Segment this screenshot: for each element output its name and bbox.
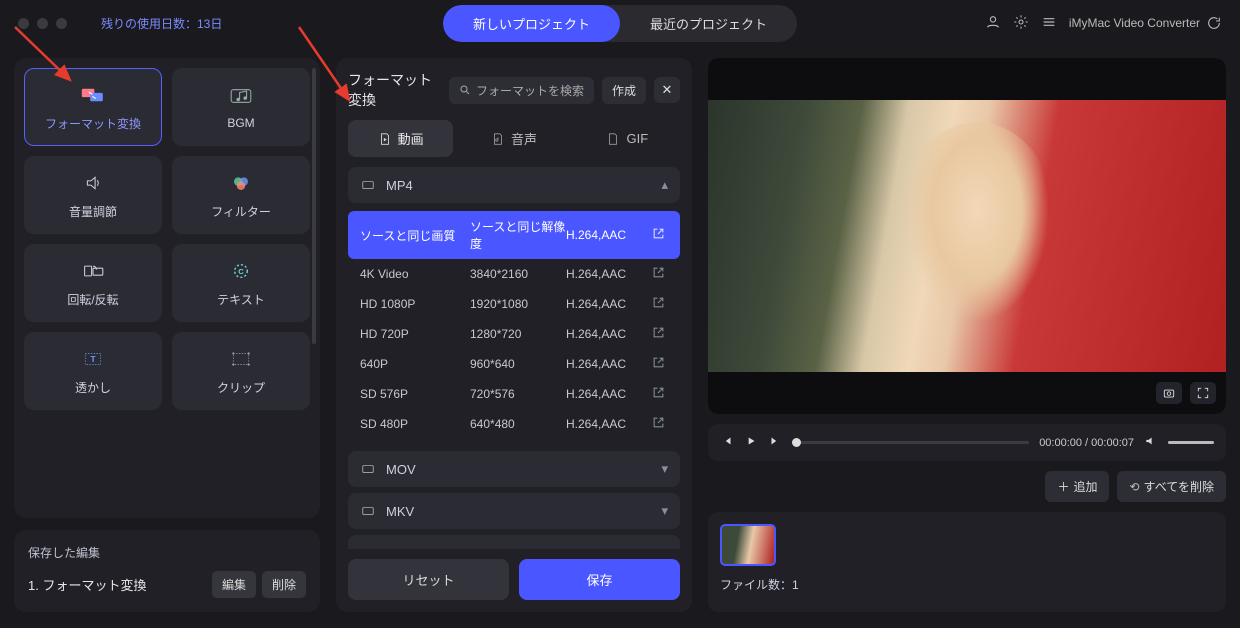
format-option[interactable]: 640P960*640H.264,AAC [348,349,680,379]
tool-filter[interactable]: フィルター [172,156,310,234]
tool-label: テキスト [217,291,265,308]
type-tab-audio[interactable]: 音声 [461,120,566,157]
volume-icon[interactable] [1144,434,1158,451]
tool-label: フォーマット変換 [45,115,141,132]
gear-icon[interactable] [1013,14,1029,33]
tool-label: 音量調節 [69,203,117,220]
chevron-down-icon: ▾ [661,503,668,519]
tab-new-project[interactable]: 新しいプロジェクト [443,5,620,42]
format-option[interactable]: SD 576P720*576H.264,AAC [348,379,680,409]
volume-slider[interactable] [1168,441,1214,444]
format-option[interactable]: 4K Video3840*2160H.264,AAC [348,259,680,289]
progress-bar[interactable] [792,441,1029,444]
close-panel-button[interactable]: ✕ [654,77,680,103]
format-option[interactable]: HD 1080P1920*1080H.264,AAC [348,289,680,319]
titlebar: 残りの使用日数：13日 新しいプロジェクト 最近のプロジェクト iMyMac V… [0,0,1240,46]
trial-days-label: 残りの使用日数：13日 [101,15,222,32]
audio-file-icon [491,132,505,146]
chevron-down-icon: ▾ [661,545,668,549]
save-button[interactable]: 保存 [519,559,680,600]
svg-text:C: C [238,266,244,275]
tool-label: 透かし [75,379,111,396]
type-tab-gif[interactable]: GIF [575,120,680,157]
tool-rotate[interactable]: 回転/反転 [24,244,162,322]
prev-button[interactable] [720,434,734,451]
file-list: ファイル数：1 [708,512,1226,612]
menu-icon[interactable] [1041,14,1057,33]
snapshot-button[interactable] [1156,382,1182,404]
tool-grid: フォーマット変換 BGM 音量調節 フィルター回転/反転 C テキスト T 透かし クリップ [14,58,320,518]
delete-all-button[interactable]: ⟲ すべてを削除 [1117,471,1226,502]
saved-edits-title: 保存した編集 [28,544,306,561]
format-search[interactable]: フォーマットを検索 [449,77,594,104]
next-button[interactable] [768,434,782,451]
gif-file-icon [606,132,620,146]
tool-label: フィルター [211,203,271,220]
format-option[interactable]: SD 480P640*480H.264,AAC [348,409,680,439]
video-preview[interactable] [708,58,1226,414]
format-option[interactable]: ソースと同じ画質ソースと同じ解像度H.264,AAC [348,211,680,259]
create-format-button[interactable]: 作成 [602,77,646,104]
saved-edit-row: 1. フォーマット変換 編集 削除 [28,571,306,598]
reset-button[interactable]: リセット [348,559,509,600]
player-controls: 00:00:00 / 00:00:07 [708,424,1226,461]
edit-button[interactable]: 編集 [212,571,256,598]
tab-recent-projects[interactable]: 最近のプロジェクト [620,5,797,42]
svg-text:T: T [90,353,96,363]
tool-label: クリップ [217,379,265,396]
scrollbar[interactable] [312,68,316,344]
chevron-up-icon: ▴ [661,177,668,193]
tool-watermark[interactable]: T 透かし [24,332,162,410]
format-group-mov[interactable]: MOV▾ [348,451,680,487]
saved-edit-label: 1. フォーマット変換 [28,575,206,594]
saved-edits-panel: 保存した編集 1. フォーマット変換 編集 削除 [14,530,320,612]
tool-clip[interactable]: クリップ [172,332,310,410]
format-option[interactable]: HD 720P1280*720H.264,AAC [348,319,680,349]
format-panel: フォーマット変換 フォーマットを検索 作成 ✕ 動画 音声 GIF MP4 ▴ [336,58,692,612]
tool-label: 回転/反転 [67,291,118,308]
tool-label: BGM [227,116,254,130]
format-group-mkv[interactable]: MKV▾ [348,493,680,529]
video-file-icon [378,132,392,146]
tool-format[interactable]: フォーマット変換 [24,68,162,146]
play-button[interactable] [744,434,758,451]
format-group-mp4[interactable]: MP4 ▴ [348,167,680,203]
refresh-icon[interactable] [1206,15,1222,31]
chevron-down-icon: ▾ [661,461,668,477]
file-thumbnail[interactable] [720,524,776,566]
format-group-hevc-mkv[interactable]: HEVC MKV▾ [348,535,680,549]
window-controls[interactable] [18,18,67,29]
tool-bgm[interactable]: BGM [172,68,310,146]
add-file-button[interactable]: ＋ 追加 [1045,471,1109,502]
tool-volume[interactable]: 音量調節 [24,156,162,234]
mp4-icon [360,178,376,192]
app-name: iMyMac Video Converter [1069,15,1222,31]
fullscreen-button[interactable] [1190,382,1216,404]
format-panel-title: フォーマット変換 [348,70,441,110]
file-count-label: ファイル数：1 [720,576,1214,593]
account-icon[interactable] [985,14,1001,33]
video-frame [708,58,1226,414]
type-tab-video[interactable]: 動画 [348,120,453,157]
delete-button[interactable]: 削除 [262,571,306,598]
time-display: 00:00:00 / 00:00:07 [1039,437,1134,449]
search-icon [459,84,471,96]
tool-text[interactable]: C テキスト [172,244,310,322]
project-tabs: 新しいプロジェクト 最近のプロジェクト [443,5,797,42]
